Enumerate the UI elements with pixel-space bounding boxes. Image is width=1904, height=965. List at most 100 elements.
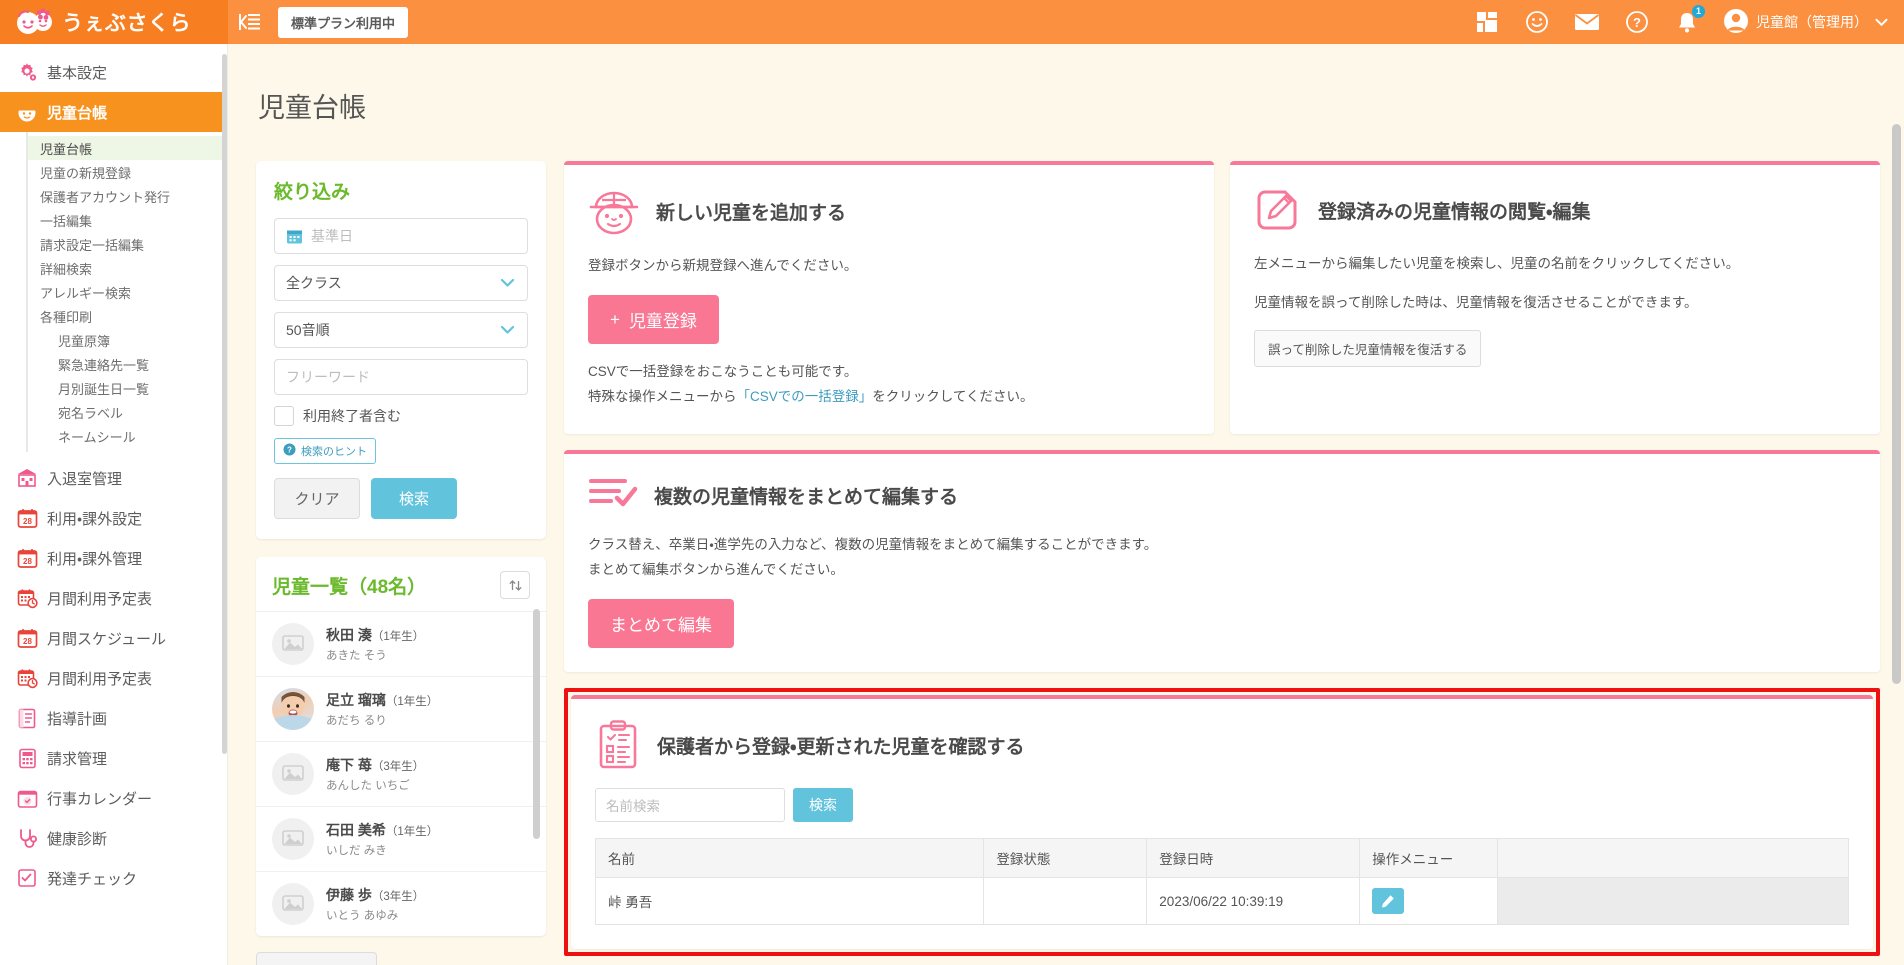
list-check-icon [588, 474, 638, 517]
child-list-scrollbar[interactable] [533, 609, 540, 840]
sidebar-subitem-child-register-book[interactable]: 児童原簿 [28, 328, 227, 352]
sort-updown-icon[interactable] [500, 571, 530, 600]
avatar [272, 753, 314, 796]
list-item-name: 伊藤 歩（3年生） [326, 887, 425, 904]
sidebar-item-label: 行事カレンダー [47, 790, 153, 808]
sidebar-item-development-check[interactable]: 発達チェック [0, 858, 227, 898]
event-calendar-icon [16, 787, 38, 809]
avatar [272, 623, 314, 666]
col-datetime: 登録日時 [1146, 838, 1361, 878]
sort-order-value: 50音順 [286, 322, 330, 339]
chevron-down-icon [1875, 14, 1888, 30]
sidebar-item-usage-settings[interactable]: 28 利用・課外設定 [0, 498, 227, 538]
sidebar-subitem-allergy-search[interactable]: アレルギー検索 [28, 280, 227, 304]
sidebar-subitem-child-ledger[interactable]: 児童台帳 [28, 136, 227, 160]
smiley-face-icon[interactable] [1523, 8, 1551, 36]
name-search-button[interactable]: 検索 [793, 788, 853, 822]
edit-child-panel: 登録済みの児童情報の閲覧・編集 左メニューから編集したい児童を検索し、児童の名前… [1230, 161, 1880, 435]
cell-name: 峠 勇吾 [594, 877, 985, 925]
edit-child-header: 登録済みの児童情報の閲覧・編集 [1254, 185, 1856, 236]
child-list-title: 児童一覧（48名） [272, 576, 427, 598]
sidebar-item-event-calendar[interactable]: 行事カレンダー [0, 778, 227, 818]
list-item[interactable]: 伊藤 歩（3年生） いとう あゆみ [256, 871, 546, 936]
sidebar-item-monthly-schedule[interactable]: 28 月間スケジュール [0, 618, 227, 658]
csv-bulk-register-link[interactable]: 「CSVでの一括登録」 [737, 389, 873, 404]
brand-logo-area[interactable]: うぇぶさくら [0, 0, 228, 44]
school-building-icon [16, 467, 38, 489]
include-finished-checkbox-row[interactable]: 利用終了者含む [274, 406, 528, 427]
user-menu[interactable]: 児童館（管理用） [1723, 8, 1888, 37]
sidebar-item-monthly-usage-plan-2[interactable]: 月間利用予定表 [0, 658, 227, 698]
sidebar-subitem-name-stickers[interactable]: ネームシール [28, 424, 227, 448]
parent-registered-panel: 保護者から登録・更新された児童を確認する 名前検索 検索 名前 登録状態 登録日… [571, 695, 1873, 949]
add-child-desc: 登録ボタンから新規登録へ進んでください。 [588, 258, 858, 274]
bulk-edit-title: 複数の児童情報をまとめて編集する [654, 487, 959, 509]
sidebar-subitem-billing-bulk-edit[interactable]: 請求設定一括編集 [28, 232, 227, 256]
bulk-edit-button[interactable]: まとめて編集 [588, 599, 734, 648]
list-item[interactable]: 秋田 湊（1年生） あきた そう [256, 611, 546, 676]
sidebar-item-monthly-usage-plan-1[interactable]: 月間利用予定表 [0, 578, 227, 618]
edit-child-desc-2: 児童情報を誤って削除した時は、児童情報を復活させることができます。 [1254, 295, 1698, 311]
app-header: うぇぶさくら 標準プラン利用中 ? 1 児童館（管理用） [0, 0, 1904, 44]
add-child-note-1: CSVで一括登録をおこなうことも可能です。 [588, 364, 858, 380]
list-item[interactable]: 足立 瑠璃（1年生） あだち るり [256, 676, 546, 741]
plan-badge: 標準プラン利用中 [278, 6, 409, 38]
help-question-icon[interactable]: ? [1623, 8, 1651, 36]
col-actions: 操作メニュー [1359, 838, 1499, 878]
sidebar-item-label: 請求管理 [47, 750, 108, 768]
clear-button[interactable]: クリア [274, 478, 360, 520]
sidebar-scrollbar[interactable] [222, 54, 227, 754]
filter-title: 絞り込み [274, 182, 351, 204]
cell-status [983, 877, 1148, 925]
name-search-input[interactable]: 名前検索 [595, 788, 785, 822]
notification-bell-icon[interactable]: 1 [1673, 5, 1705, 36]
register-child-button[interactable]: + 児童登録 [588, 295, 719, 345]
sidebar-subitem-monthly-birthdays[interactable]: 月別誕生日一覧 [28, 376, 227, 400]
sidebar-subitem-printing[interactable]: 各種印刷 [28, 304, 227, 328]
table-row[interactable]: 峠 勇吾 2023/06/22 10:39:19 [594, 877, 1849, 925]
base-date-placeholder: 基準日 [311, 228, 353, 245]
sort-order-select[interactable]: 50音順 [274, 312, 528, 349]
sidebar-subitem-emergency-contacts[interactable]: 緊急連絡先一覧 [28, 352, 227, 376]
sidebar-item-label: 入退室管理 [47, 470, 123, 488]
search-hint-button[interactable]: ? 検索のヒント [274, 438, 376, 465]
restore-deleted-child-button[interactable]: 誤って削除した児童情報を復活する [1254, 330, 1482, 368]
page-scrollbar[interactable] [1892, 124, 1901, 684]
bulk-edit-desc-2: まとめて編集ボタンから進んでください。 [588, 562, 844, 578]
pencil-edit-icon[interactable] [1372, 888, 1405, 914]
mail-icon[interactable] [1573, 8, 1601, 36]
cell-action [1359, 877, 1499, 925]
cell-empty [1497, 877, 1849, 925]
sidebar-subitem-address-labels[interactable]: 宛名ラベル [28, 400, 227, 424]
base-date-input[interactable]: 基準日 [274, 218, 528, 255]
special-operations-button[interactable]: 特殊な操作 [256, 952, 377, 965]
sidebar-nav: 基本設定 児童台帳 児童台帳 児童の新規登録 保護者アカウント発行 一括編集 請… [0, 44, 228, 965]
sidebar-subitem-guardian-account[interactable]: 保護者アカウント発行 [28, 184, 227, 208]
freeword-placeholder: フリーワード [286, 369, 370, 386]
include-finished-checkbox[interactable] [274, 406, 294, 427]
sidebar-subitem-new-child[interactable]: 児童の新規登録 [28, 160, 227, 184]
filter-button-row: クリア 検索 [274, 478, 528, 520]
sidebar-item-health-checkup[interactable]: 健康診断 [0, 818, 227, 858]
sidebar-item-entry-exit[interactable]: 入退室管理 [0, 458, 227, 498]
sidebar-item-billing-management[interactable]: 請求管理 [0, 738, 227, 778]
header-icon-group: ? 1 児童館（管理用） [1473, 5, 1904, 37]
sidebar-item-usage-management[interactable]: 28 利用・課外管理 [0, 538, 227, 578]
sidebar-item-child-ledger[interactable]: 児童台帳 [0, 92, 227, 132]
parent-registered-highlight: 保護者から登録・更新された児童を確認する 名前検索 検索 名前 登録状態 登録日… [564, 688, 1880, 956]
col-status: 登録状態 [983, 838, 1148, 878]
sidebar-subitem-bulk-edit[interactable]: 一括編集 [28, 208, 227, 232]
chart-check-icon [16, 867, 38, 889]
sidebar-item-basic-settings[interactable]: 基本設定 [0, 52, 227, 92]
sidebar-subitem-detail-search[interactable]: 詳細検索 [28, 256, 227, 280]
class-select[interactable]: 全クラス [274, 265, 528, 302]
dashboard-grid-icon[interactable] [1473, 8, 1501, 36]
freeword-input[interactable]: フリーワード [274, 359, 528, 396]
col-name: 名前 [594, 838, 985, 878]
collapse-sidebar-icon[interactable] [228, 0, 272, 44]
list-item[interactable]: 庵下 苺（3年生） あんした いちご [256, 741, 546, 806]
parent-registered-header: 保護者から登録・更新された児童を確認する [595, 719, 1849, 772]
sidebar-item-guidance-plan[interactable]: 指導計画 [0, 698, 227, 738]
search-button[interactable]: 検索 [371, 478, 457, 520]
list-item[interactable]: 石田 美希（1年生） いしだ みき [256, 806, 546, 871]
